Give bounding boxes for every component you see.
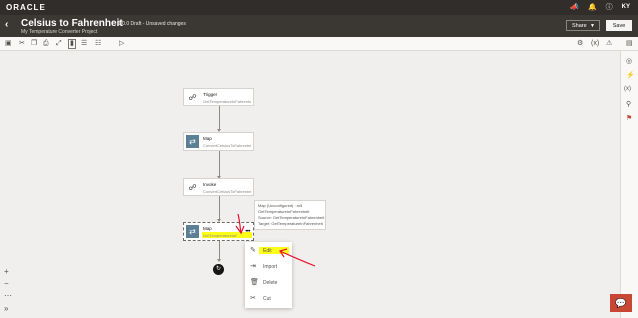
annotation-arrow [279, 250, 316, 267]
chat-icon[interactable]: 💬 [610, 294, 632, 312]
annotation-overlay [235, 213, 316, 267]
